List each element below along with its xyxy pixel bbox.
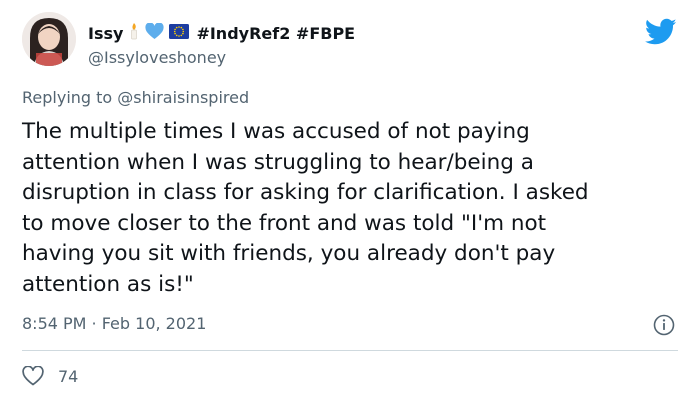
reply-context: Replying to @shiraisinspired [22,88,249,107]
tweet-card: Issy #IndyRef2 #FBPE @Issyloveshoney Rep… [0,0,700,402]
tweet-text-line: to move closer to the front and was told… [22,210,547,236]
tweet-timestamp[interactable]: 8:54 PM · Feb 10, 2021 [22,314,206,333]
like-count: 74 [58,366,79,386]
tweet-text-line: having you sit with friends, you already… [22,241,556,266]
author-name-row[interactable]: Issy #IndyRef2 #FBPE [88,21,355,44]
reply-target-link[interactable]: @shiraisinspired [117,88,249,107]
eu-flag-icon [169,23,190,43]
candle-icon [128,22,140,44]
tweet-text: The multiple times I was accused of not … [22,117,672,300]
twitter-bird-icon[interactable] [644,18,677,46]
author-handle[interactable]: @Issyloveshoney [88,48,226,67]
tweet-text-line: The multiple times I was accused of not … [22,119,530,144]
hashtags[interactable]: #IndyRef2 #FBPE [196,24,355,43]
tweet-text-line: attention when I was struggling to hear/… [22,149,534,175]
reply-prefix: Replying to [22,88,113,107]
heart-icon[interactable] [22,366,44,386]
info-icon[interactable] [653,314,675,336]
divider [22,350,678,351]
avatar[interactable] [22,12,76,66]
tweet-text-line: disruption in class for asking for clari… [22,180,589,205]
tweet-text-line: attention as is!" [22,271,194,297]
like-button[interactable]: 74 [22,365,78,387]
blue-heart-icon [145,21,165,44]
display-name[interactable]: Issy [88,24,123,43]
